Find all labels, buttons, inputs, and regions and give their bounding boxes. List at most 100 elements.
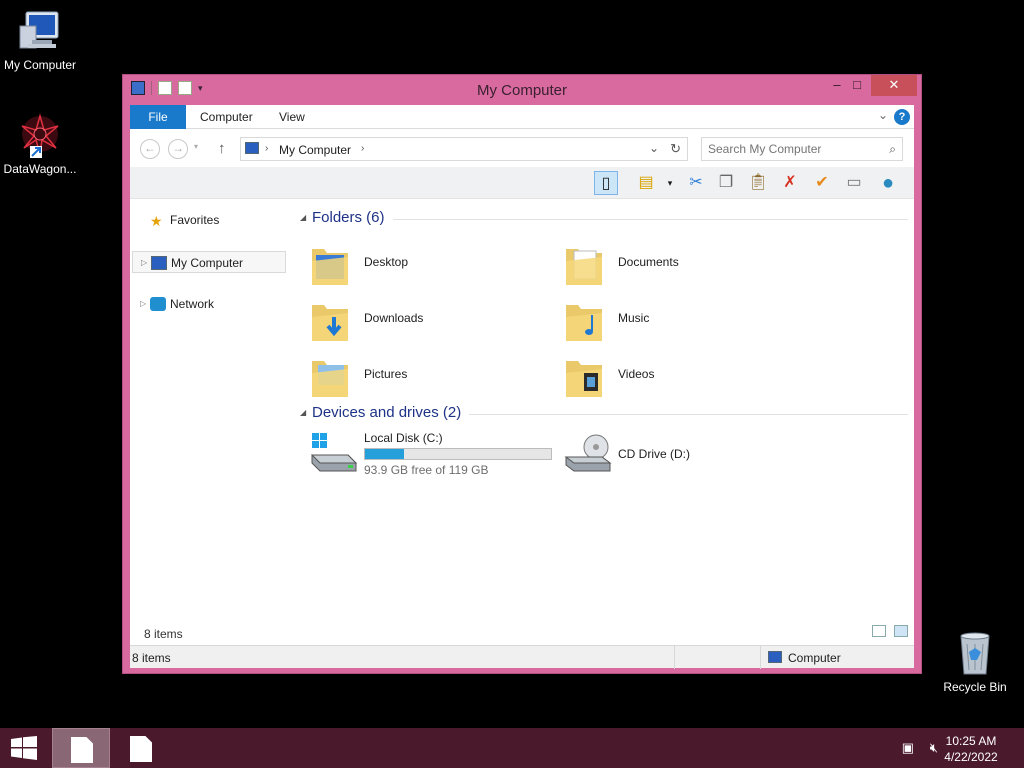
tab-file[interactable]: File xyxy=(130,105,186,129)
group-header-folders[interactable]: ◢ Folders (6) xyxy=(296,209,908,229)
taskbar: ▣ 🔇︎ 10:25 AM 4/22/2022 xyxy=(0,728,1024,768)
address-text: My Computer xyxy=(279,143,352,157)
collapse-arrow-icon[interactable]: ◢ xyxy=(300,213,306,222)
chevron-down-icon[interactable]: ▾ xyxy=(658,171,682,195)
disk-usage-bar xyxy=(364,448,552,460)
folder-item-documents[interactable]: Documents xyxy=(564,237,804,289)
taskbar-app-explorer[interactable] xyxy=(52,728,110,768)
nav-item-my-computer[interactable]: ▷ My Computer xyxy=(132,251,286,273)
clock[interactable]: 10:25 AM 4/22/2022 xyxy=(936,733,1006,765)
folder-icon xyxy=(312,305,348,341)
up-button[interactable]: ↑ xyxy=(218,140,226,157)
forward-button[interactable]: → xyxy=(168,139,188,159)
windows-logo-icon xyxy=(11,736,37,760)
drive-free-space: 93.9 GB free of 119 GB xyxy=(364,463,489,477)
nav-item-label: Network xyxy=(170,297,215,311)
desktop: My Computer DataWagon... Recycle Bin ▾ M… xyxy=(0,0,1024,728)
divider xyxy=(312,219,908,220)
status-location: Computer xyxy=(788,651,841,665)
paste-icon[interactable]: 📋︎ xyxy=(746,171,770,195)
navigation-pane: ★ Favorites ▷ My Computer ▷ Network xyxy=(130,199,290,623)
desktop-icon-my-computer[interactable]: My Computer xyxy=(0,8,80,72)
nav-item-label: My Computer xyxy=(171,256,244,270)
chevron-right-icon[interactable]: › xyxy=(361,143,364,154)
explorer-window: ▾ My Computer – □ ✕ File Computer View ⌄… xyxy=(122,74,922,674)
nav-item-favorites[interactable]: ★ Favorites xyxy=(132,209,286,231)
desktop-icon-label: DataWagon... xyxy=(3,162,77,176)
drive-label: Local Disk (C:) xyxy=(364,431,443,445)
back-button[interactable]: ← xyxy=(140,139,160,159)
group-title: Devices and drives (2) xyxy=(312,404,470,421)
ribbon: File Computer View ⌄ ? xyxy=(130,105,914,129)
folder-icon xyxy=(566,361,602,397)
title-bar[interactable]: ▾ My Computer – □ ✕ xyxy=(123,75,921,105)
search-box[interactable]: ⌕ xyxy=(701,137,903,161)
navigation-pane-icon[interactable]: ▯ xyxy=(594,171,618,195)
window-title: My Computer xyxy=(476,82,568,99)
clock-date: 4/22/2022 xyxy=(944,750,998,764)
nav-item-label: Favorites xyxy=(170,213,220,227)
search-icon[interactable]: ⌕ xyxy=(889,142,896,157)
chevron-right-icon[interactable]: › xyxy=(265,143,268,154)
select-folder-icon[interactable]: ▤ xyxy=(634,171,658,195)
desktop-icon-datawagon[interactable]: DataWagon... xyxy=(0,112,80,176)
disk-usage-fill xyxy=(365,449,405,459)
hard-drive-icon xyxy=(310,433,358,472)
drive-item-local-disk[interactable]: Local Disk (C:) 93.9 GB free of 119 GB xyxy=(310,431,560,481)
search-input[interactable] xyxy=(708,142,868,156)
folder-icon xyxy=(566,305,602,341)
maximize-button[interactable]: □ xyxy=(843,75,871,96)
collapse-arrow-icon[interactable]: ◢ xyxy=(300,408,306,417)
checkmark-icon[interactable]: ✔ xyxy=(810,171,834,195)
address-dropdown-icon[interactable]: ⌄ xyxy=(649,141,659,155)
divider xyxy=(760,646,761,669)
folder-icon xyxy=(312,361,348,397)
folder-icon xyxy=(566,249,602,285)
folder-icon xyxy=(312,249,348,285)
start-button[interactable] xyxy=(10,736,38,760)
delete-icon[interactable]: ✗ xyxy=(778,171,802,195)
folder-item-downloads[interactable]: Downloads xyxy=(310,293,550,345)
computer-icon xyxy=(16,8,64,56)
recent-locations-icon[interactable]: ▾ xyxy=(194,142,198,151)
network-icon xyxy=(150,297,166,311)
group-header-devices[interactable]: ◢ Devices and drives (2) xyxy=(296,404,908,424)
expand-arrow-icon[interactable]: ▷ xyxy=(140,293,146,315)
tab-view[interactable]: View xyxy=(265,105,319,129)
rename-icon[interactable]: ▭ xyxy=(842,171,866,195)
folder-item-music[interactable]: Music xyxy=(564,293,804,345)
window-client: File Computer View ⌄ ? ← → ▾ ↑ › My Comp… xyxy=(130,105,914,669)
address-bar[interactable]: › My Computer › ⌄ ↻ xyxy=(240,137,688,161)
drive-label: CD Drive (D:) xyxy=(618,447,690,461)
tab-computer[interactable]: Computer xyxy=(186,105,267,129)
computer-icon xyxy=(768,651,782,663)
nav-item-network[interactable]: ▷ Network xyxy=(132,293,286,315)
cut-icon[interactable]: ✂ xyxy=(684,171,708,195)
help-icon[interactable]: ? xyxy=(894,109,910,125)
details-view-icon[interactable] xyxy=(872,625,886,637)
close-button[interactable]: ✕ xyxy=(871,75,917,96)
large-icons-view-icon[interactable] xyxy=(894,625,908,637)
folder-item-pictures[interactable]: Pictures xyxy=(310,349,550,401)
navigation-bar: ← → ▾ ↑ › My Computer › ⌄ ↻ ⌕ xyxy=(130,129,914,167)
globe-icon[interactable]: ● xyxy=(876,171,900,195)
refresh-icon[interactable]: ↻ xyxy=(670,141,681,157)
taskbar-app-document[interactable] xyxy=(112,728,170,768)
status-item-count: 8 items xyxy=(132,651,171,665)
recycle-bin-icon xyxy=(951,630,999,678)
folder-item-desktop[interactable]: Desktop xyxy=(310,237,550,289)
desktop-icon-label: My Computer xyxy=(3,58,77,72)
expand-ribbon-icon[interactable]: ⌄ xyxy=(878,108,888,122)
copy-icon[interactable]: ❐ xyxy=(714,171,738,195)
folder-item-videos[interactable]: Videos xyxy=(564,349,804,401)
desktop-icon-recycle-bin[interactable]: Recycle Bin xyxy=(935,630,1015,694)
command-toolbar: ▯ ▤ ▾ ✂ ❐ 📋︎ ✗ ✔ ▭ ● xyxy=(130,167,914,199)
folder-label: Desktop xyxy=(364,255,409,269)
clock-time: 10:25 AM xyxy=(945,734,997,748)
network-icon[interactable]: ▣ xyxy=(902,740,914,756)
content-pane: ◢ Folders (6) Desktop Documents Download… xyxy=(296,199,912,623)
document-icon xyxy=(71,737,93,763)
expand-arrow-icon[interactable]: ▷ xyxy=(141,252,147,274)
view-switcher xyxy=(872,625,908,637)
drive-item-cd[interactable]: CD Drive (D:) xyxy=(564,431,814,481)
